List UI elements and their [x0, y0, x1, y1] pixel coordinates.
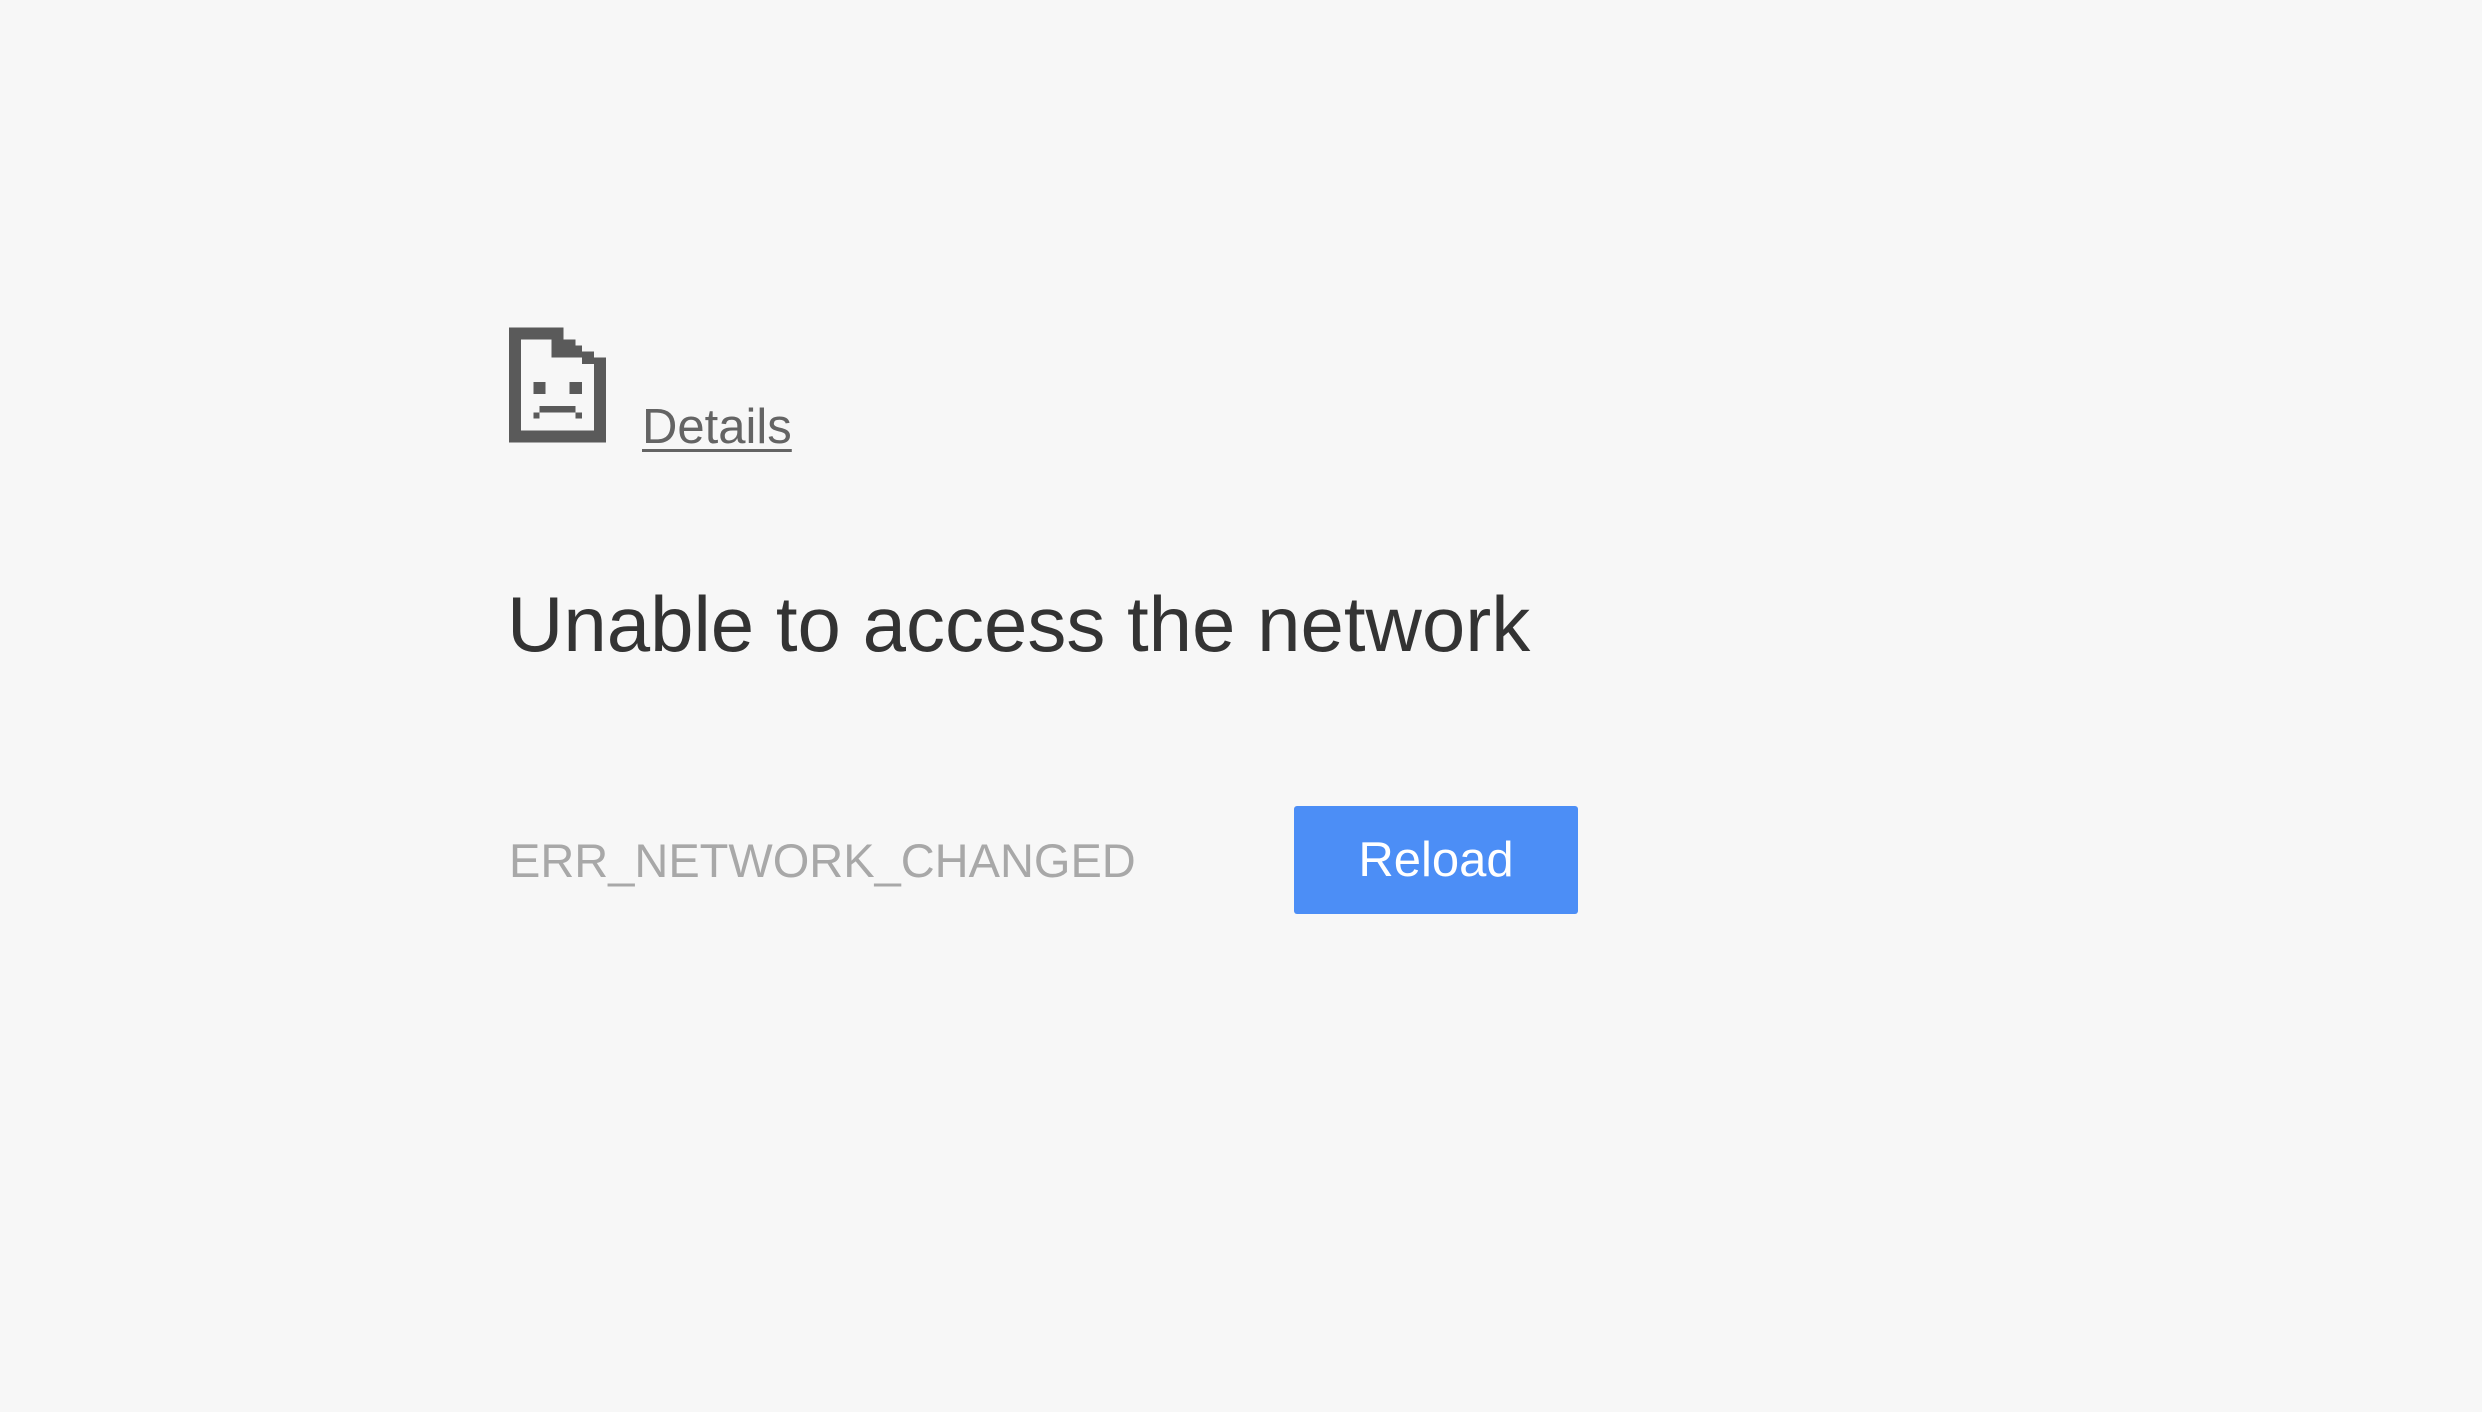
- reload-button[interactable]: Reload: [1294, 806, 1578, 914]
- sad-document-icon: [509, 327, 606, 443]
- error-page: Details Unable to access the network ERR…: [0, 0, 2482, 1412]
- page-title: Unable to access the network: [507, 580, 1531, 668]
- error-code: ERR_NETWORK_CHANGED: [509, 834, 1136, 887]
- details-link[interactable]: Details: [642, 396, 792, 458]
